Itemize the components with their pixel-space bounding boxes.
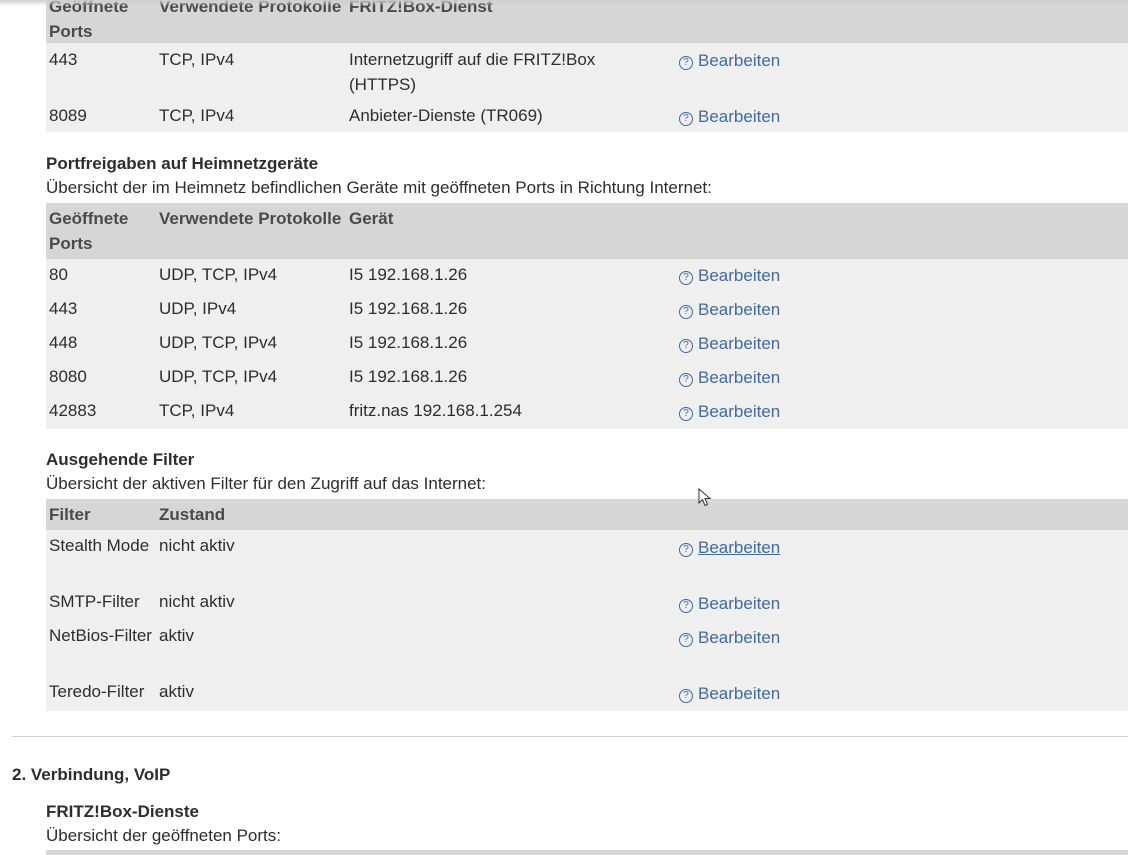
- cell-port: 443: [49, 50, 78, 69]
- cell-service: Anbieter-Dienste (TR069): [349, 106, 543, 125]
- edit-link[interactable]: ? Bearbeiten: [679, 107, 780, 127]
- cell-filter: NetBios-Filter: [49, 626, 152, 645]
- edit-link[interactable]: ? Bearbeiten: [679, 300, 780, 320]
- cell-device: I5 192.168.1.26: [349, 299, 468, 318]
- table-row: 80 UDP, TCP, IPv4 I5 192.168.1.26 ? Bearb…: [46, 259, 1128, 293]
- cell-device: I5 192.168.1.26: [349, 367, 468, 386]
- cell-port: 80: [49, 265, 68, 284]
- cell-state: aktiv: [159, 682, 194, 701]
- cell-port: 8080: [49, 367, 87, 386]
- edit-label[interactable]: Bearbeiten: [698, 594, 780, 613]
- cell-state: nicht aktiv: [159, 536, 235, 555]
- section-2-title: 2. Verbindung, VoIP: [12, 765, 171, 784]
- question-circle-icon: ?: [679, 112, 693, 126]
- table-header-row: Geöffnete Ports Verwendete Protokolle FR…: [46, 0, 1128, 43]
- cell-device: fritz.nas 192.168.1.254: [349, 401, 522, 420]
- edit-link[interactable]: ? Bearbeiten: [679, 51, 780, 71]
- cell-protocol: TCP, IPv4: [159, 401, 235, 420]
- table-row: 448 UDP, TCP, IPv4 I5 192.168.1.26 ? Bear…: [46, 327, 1128, 361]
- edit-label[interactable]: Bearbeiten: [698, 368, 780, 387]
- question-circle-icon: ?: [679, 633, 693, 647]
- cell-protocol: UDP, TCP, IPv4: [159, 367, 278, 386]
- edit-label[interactable]: Bearbeiten: [698, 628, 780, 647]
- table-row: Stealth Mode nicht aktiv ? Bearbeiten: [46, 530, 1128, 586]
- portforwarding-table: Geöffnete Ports Verwendete Protokolle Ge…: [46, 203, 1128, 429]
- table-row: 443 TCP, IPv4 Internetzugriff auf die FR…: [46, 43, 1128, 99]
- fritzbox-services-description: Übersicht der geöffneten Ports:: [46, 826, 281, 845]
- edit-link[interactable]: ? Bearbeiten: [679, 402, 780, 422]
- header-protocols: Verwendete Protokolle: [159, 209, 342, 228]
- fritzbox-services-title: FRITZ!Box-Dienste: [46, 802, 199, 821]
- mouse-pointer-icon: [698, 488, 712, 507]
- edit-link[interactable]: ? Bearbeiten: [679, 368, 780, 388]
- edit-label[interactable]: Bearbeiten: [698, 266, 780, 285]
- edit-link[interactable]: ? Bearbeiten: [679, 684, 780, 704]
- cell-device: I5 192.168.1.26: [349, 265, 468, 284]
- edit-link[interactable]: ? Bearbeiten: [679, 594, 780, 614]
- question-circle-icon: ?: [679, 271, 693, 285]
- question-circle-icon: ?: [679, 56, 693, 70]
- edit-label[interactable]: Bearbeiten: [698, 334, 780, 353]
- question-circle-icon: ?: [679, 599, 693, 613]
- outgoing-filters-description: Übersicht der aktiven Filter für den Zug…: [46, 474, 487, 493]
- table-header-row: Geöffnete Ports Verwendete Protokolle Ge…: [46, 203, 1128, 259]
- portforwarding-description: Übersicht der im Heimnetz befindlichen G…: [46, 178, 712, 197]
- cell-port: 8089: [49, 106, 87, 125]
- cell-filter: Teredo-Filter: [49, 682, 145, 701]
- edit-link[interactable]: ? Bearbeiten: [679, 628, 780, 648]
- cell-filter: Stealth Mode: [49, 536, 150, 555]
- table-row: 443 UDP, IPv4 I5 192.168.1.26 ? Bearbeite…: [46, 293, 1128, 327]
- cell-protocol: UDP, IPv4: [159, 299, 237, 318]
- section-divider: [12, 736, 1128, 737]
- cell-filter: SMTP-Filter: [49, 592, 140, 611]
- fritzbox-services-table-2: [46, 850, 1128, 855]
- cell-device: I5 192.168.1.26: [349, 333, 468, 352]
- cell-port: 443: [49, 299, 78, 318]
- table-header-row: Filter Zustand: [46, 499, 1128, 530]
- table-row: SMTP-Filter nicht aktiv ? Bearbeiten: [46, 586, 1128, 620]
- header-ports: Geöffnete Ports: [49, 0, 129, 41]
- header-filter: Filter: [49, 505, 91, 524]
- cell-state: aktiv: [159, 626, 194, 645]
- outgoing-filters-title: Ausgehende Filter: [46, 450, 195, 469]
- cell-protocol: TCP, IPv4: [159, 50, 235, 69]
- edit-label[interactable]: Bearbeiten: [698, 538, 780, 557]
- edit-link[interactable]: ? Bearbeiten: [679, 538, 780, 558]
- cell-service: Internetzugriff auf die FRITZ!Box (HTTPS…: [349, 50, 596, 94]
- cell-port: 448: [49, 333, 78, 352]
- edit-link[interactable]: ? Bearbeiten: [679, 334, 780, 354]
- fritzbox-services-table: Geöffnete Ports Verwendete Protokolle FR…: [46, 0, 1128, 132]
- cell-state: nicht aktiv: [159, 592, 235, 611]
- header-state: Zustand: [159, 505, 226, 524]
- edit-label[interactable]: Bearbeiten: [698, 51, 780, 70]
- table-row: NetBios-Filter aktiv ? Bearbeiten: [46, 620, 1128, 676]
- question-circle-icon: ?: [679, 543, 693, 557]
- top-scroll-shadow: [0, 0, 1128, 6]
- table-row: 8080 UDP, TCP, IPv4 I5 192.168.1.26 ? Bea…: [46, 361, 1128, 395]
- cell-protocol: TCP, IPv4: [159, 106, 235, 125]
- outgoing-filters-table: Filter Zustand Stealth Mode nicht aktiv …: [46, 499, 1128, 711]
- question-circle-icon: ?: [679, 339, 693, 353]
- cell-protocol: UDP, TCP, IPv4: [159, 333, 278, 352]
- question-circle-icon: ?: [679, 373, 693, 387]
- header-ports: Geöffnete Ports: [49, 209, 129, 253]
- edit-label[interactable]: Bearbeiten: [698, 684, 780, 703]
- edit-label[interactable]: Bearbeiten: [698, 300, 780, 319]
- edit-label[interactable]: Bearbeiten: [698, 402, 780, 421]
- edit-link[interactable]: ? Bearbeiten: [679, 266, 780, 286]
- question-circle-icon: ?: [679, 689, 693, 703]
- header-device: Gerät: [349, 209, 394, 228]
- table-row: 42883 TCP, IPv4 fritz.nas 192.168.1.254 …: [46, 395, 1128, 429]
- cell-protocol: UDP, TCP, IPv4: [159, 265, 278, 284]
- table-row: Teredo-Filter aktiv ? Bearbeiten: [46, 676, 1128, 711]
- cell-port: 42883: [49, 401, 97, 420]
- question-circle-icon: ?: [679, 305, 693, 319]
- edit-label[interactable]: Bearbeiten: [698, 107, 780, 126]
- portforwarding-title: Portfreigaben auf Heimnetzgeräte: [46, 154, 319, 173]
- question-circle-icon: ?: [679, 407, 693, 421]
- table-row: 8089 TCP, IPv4 Anbieter-Dienste (TR069) …: [46, 99, 1128, 132]
